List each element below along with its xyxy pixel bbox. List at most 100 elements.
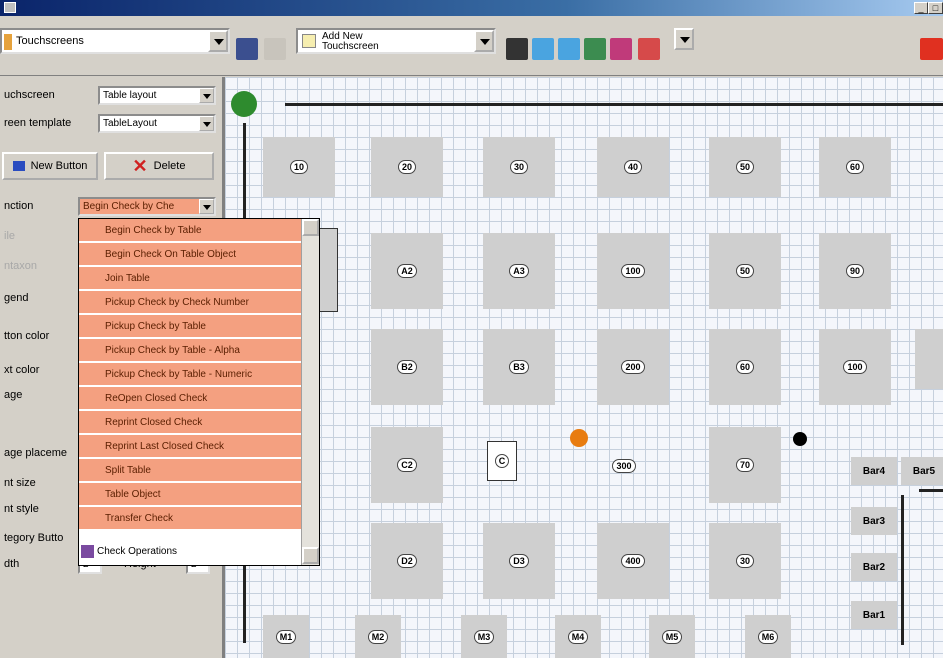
table-label: M5: [661, 629, 683, 644]
touchscreen-combo-value: Touchscreens: [16, 35, 84, 47]
table-tile[interactable]: 40: [597, 137, 669, 197]
table-tile[interactable]: 20: [371, 137, 443, 197]
bar-seat[interactable]: Bar1: [851, 601, 897, 629]
table-tile[interactable]: A2: [371, 233, 443, 309]
chevron-down-icon[interactable]: [199, 199, 214, 214]
disabled-label-1: ile: [4, 230, 16, 242]
bar-seat[interactable]: Bar5: [901, 457, 943, 485]
table-tile[interactable]: 60: [819, 137, 891, 197]
table-tile[interactable]: 300: [597, 455, 651, 477]
palette-icon[interactable]: [638, 38, 660, 60]
undo-icon[interactable]: [264, 38, 286, 60]
table-label: 60: [845, 160, 864, 174]
table-tile[interactable]: 400: [597, 523, 669, 599]
eraser-icon[interactable]: [610, 38, 632, 60]
table-tile[interactable]: 90: [819, 233, 891, 309]
table-tile[interactable]: A3: [483, 233, 555, 309]
dropdown-item[interactable]: Begin Check On Table Object: [79, 243, 301, 266]
dropdown-category[interactable]: Check Operations: [79, 541, 301, 563]
table-label: D3: [509, 554, 529, 568]
dropdown-item[interactable]: Join Table: [79, 267, 301, 290]
scroll-down-arrow-icon[interactable]: [302, 547, 319, 564]
table-tile[interactable]: 30: [709, 523, 781, 599]
table-tile[interactable]: M5: [649, 615, 695, 658]
action-combo[interactable]: Add New Touchscreen: [296, 28, 496, 54]
dropdown-item[interactable]: Pickup Check by Check Number: [79, 291, 301, 314]
bar-seat[interactable]: Bar2: [851, 553, 897, 581]
table-tile[interactable]: 70: [709, 427, 781, 503]
layout-canvas[interactable]: 10 20 30 40 50 60 A2 A3 100 50 90 B2 B3 …: [222, 77, 943, 658]
minimize-button[interactable]: _: [914, 2, 928, 14]
table-tile[interactable]: M3: [461, 615, 507, 658]
table-label: D2: [397, 554, 417, 568]
table-tile-partial[interactable]: [915, 329, 943, 389]
dropdown-item[interactable]: Transfer Check: [79, 507, 301, 530]
table-tile[interactable]: 100: [597, 233, 669, 309]
save-icon[interactable]: [236, 38, 258, 60]
dropdown-category-label: Check Operations: [97, 546, 178, 557]
dropdown-item[interactable]: Reprint Closed Check: [79, 411, 301, 434]
template-select[interactable]: TableLayout: [98, 114, 216, 133]
table-label: M3: [473, 629, 495, 644]
chevron-down-icon[interactable]: [199, 88, 214, 103]
table-label: 100: [621, 264, 645, 278]
grid-icon[interactable]: [584, 38, 606, 60]
touchscreen-select[interactable]: Table layout: [98, 86, 216, 105]
table-tile[interactable]: M2: [355, 615, 401, 658]
table-label: B3: [509, 360, 529, 374]
table-label: 20: [397, 160, 416, 174]
selected-table[interactable]: C: [487, 441, 517, 481]
table-tile[interactable]: D3: [483, 523, 555, 599]
binoculars-icon[interactable]: [506, 38, 528, 60]
table-tile[interactable]: 30: [483, 137, 555, 197]
table-tile[interactable]: 200: [597, 329, 669, 405]
dot-marker: [793, 432, 807, 446]
dropdown-item[interactable]: Split Table: [79, 459, 301, 482]
table-label: 30: [509, 160, 528, 174]
table-tile[interactable]: M6: [745, 615, 791, 658]
delete-button[interactable]: ✕ Delete: [104, 152, 214, 180]
table-tile[interactable]: M4: [555, 615, 601, 658]
chevron-down-icon[interactable]: [474, 30, 494, 52]
dropdown-item[interactable]: Reprint Last Closed Check: [79, 435, 301, 458]
palette-dropdown[interactable]: [664, 28, 694, 54]
image-placement-label: age placeme: [4, 447, 67, 459]
table-tile[interactable]: 50: [709, 137, 781, 197]
dropdown-item[interactable]: Pickup Check by Table - Numeric: [79, 363, 301, 386]
touchscreen-combo[interactable]: Touchscreens: [0, 28, 230, 54]
maximize-button[interactable]: □: [928, 2, 943, 14]
chevron-down-icon[interactable]: [199, 116, 214, 131]
table-tile[interactable]: 100: [819, 329, 891, 405]
dropdown-item[interactable]: Table Object: [79, 483, 301, 506]
table-tile[interactable]: D2: [371, 523, 443, 599]
dropdown-item[interactable]: Pickup Check by Table - Alpha: [79, 339, 301, 362]
table-tile[interactable]: 10: [263, 137, 335, 197]
function-label: nction: [4, 200, 34, 212]
template-label: reen template: [4, 117, 72, 129]
arrow-right-icon[interactable]: [558, 38, 580, 60]
new-screen-icon: [302, 34, 316, 48]
dropdown-scrollbar[interactable]: [301, 219, 319, 565]
arrow-left-icon[interactable]: [532, 38, 554, 60]
table-tile[interactable]: B2: [371, 329, 443, 405]
selected-button-outline[interactable]: [318, 228, 338, 312]
function-select[interactable]: Begin Check by Che: [78, 197, 216, 216]
chevron-down-icon[interactable]: [208, 30, 228, 52]
table-tile[interactable]: 50: [709, 233, 781, 309]
bar-seat[interactable]: Bar3: [851, 507, 897, 535]
new-button[interactable]: New Button: [2, 152, 98, 180]
table-tile[interactable]: 60: [709, 329, 781, 405]
scroll-up-arrow-icon[interactable]: [302, 219, 319, 236]
function-dropdown-list[interactable]: Begin Check by Table Begin Check On Tabl…: [78, 218, 320, 566]
table-tile[interactable]: B3: [483, 329, 555, 405]
table-tile[interactable]: M1: [263, 615, 309, 658]
table-label: M6: [757, 629, 779, 644]
exit-arrow-icon[interactable]: [920, 38, 943, 60]
dropdown-item[interactable]: Begin Check by Table: [79, 219, 301, 242]
dropdown-item[interactable]: Pickup Check by Table: [79, 315, 301, 338]
bar-seat[interactable]: Bar4: [851, 457, 897, 485]
button-color-label: tton color: [4, 330, 50, 342]
chevron-down-icon[interactable]: [674, 28, 694, 50]
table-tile[interactable]: C2: [371, 427, 443, 503]
dropdown-item[interactable]: ReOpen Closed Check: [79, 387, 301, 410]
